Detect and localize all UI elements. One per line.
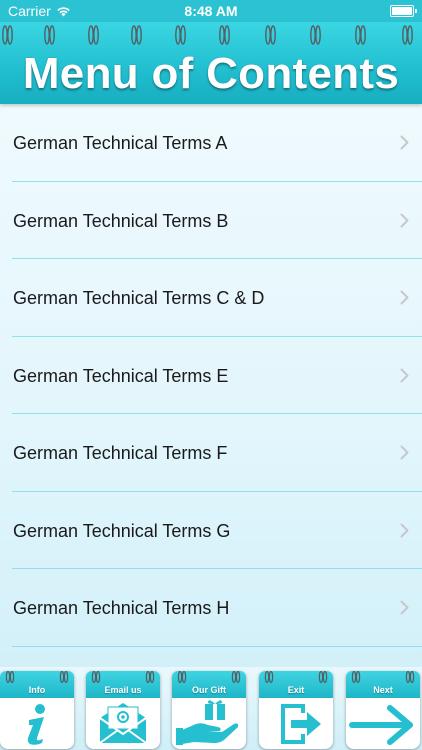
status-time: 8:48 AM <box>184 3 238 19</box>
email-tab: Email us <box>86 671 160 698</box>
email-us-button[interactable]: Email us <box>86 671 160 749</box>
chevron-right-icon <box>400 445 409 460</box>
arrow-right-icon <box>349 705 413 745</box>
info-icon <box>27 704 45 745</box>
chevron-right-icon <box>400 290 409 305</box>
info-tab: Info <box>0 671 74 698</box>
info-button[interactable]: Info <box>0 671 74 749</box>
menu-item-label: German Technical Terms G <box>13 520 231 541</box>
binder-rings-icon <box>5 671 69 684</box>
menu-item-b[interactable]: German Technical Terms B <box>0 182 422 260</box>
chevron-right-icon <box>400 213 409 227</box>
menu-item-h[interactable]: German Technical Terms H <box>0 569 422 647</box>
next-button[interactable]: Next <box>346 671 420 749</box>
page-title: Menu of Contents <box>22 49 400 98</box>
chevron-right-icon <box>400 523 409 537</box>
menu-item-label: German Technical Terms A <box>13 133 228 153</box>
exit-button[interactable]: Exit <box>259 671 333 749</box>
binder-rings-icon <box>264 671 328 684</box>
binder-rings-icon <box>2 25 413 45</box>
bottom-toolbar: Info Email us Our Gift Exit Next <box>0 667 422 750</box>
exit-icon <box>281 704 321 744</box>
gift-tab: Our Gift <box>172 671 246 698</box>
gift-label: Our Gift <box>192 685 226 695</box>
binder-rings-icon <box>91 671 155 684</box>
binder-rings-icon <box>351 671 415 684</box>
our-gift-button[interactable]: Our Gift <box>172 671 246 749</box>
battery-icon <box>390 5 417 17</box>
info-label: Info <box>28 685 46 695</box>
next-label: Next <box>373 685 393 695</box>
exit-tab: Exit <box>259 671 333 698</box>
menu-item-label: German Technical Terms E <box>13 365 229 386</box>
email-label: Email us <box>104 685 142 695</box>
exit-label: Exit <box>287 685 305 695</box>
menu-item-label: German Technical Terms H <box>13 598 230 618</box>
chevron-right-icon <box>400 600 409 615</box>
header-banner: Menu of Contents <box>0 22 422 104</box>
menu-item-a[interactable]: German Technical Terms A <box>0 104 422 182</box>
menu-item-g[interactable]: German Technical Terms G <box>0 492 422 570</box>
chevron-right-icon <box>400 368 409 382</box>
gift-icon <box>176 700 239 745</box>
menu-item-c-d[interactable]: German Technical Terms C & D <box>0 259 422 337</box>
binder-rings-icon <box>177 671 241 684</box>
status-bar: Carrier 8:48 AM <box>0 0 422 22</box>
menu-item-label: German Technical Terms F <box>13 443 228 463</box>
chevron-right-icon <box>400 135 409 150</box>
menu-list: German Technical Terms A German Technica… <box>0 104 422 647</box>
menu-item-f[interactable]: German Technical Terms F <box>0 414 422 492</box>
menu-item-label: German Technical Terms C & D <box>13 288 265 308</box>
menu-item-e[interactable]: German Technical Terms E <box>0 337 422 415</box>
menu-item-label: German Technical Terms B <box>13 210 229 231</box>
next-tab: Next <box>346 671 420 698</box>
email-icon <box>99 703 147 744</box>
